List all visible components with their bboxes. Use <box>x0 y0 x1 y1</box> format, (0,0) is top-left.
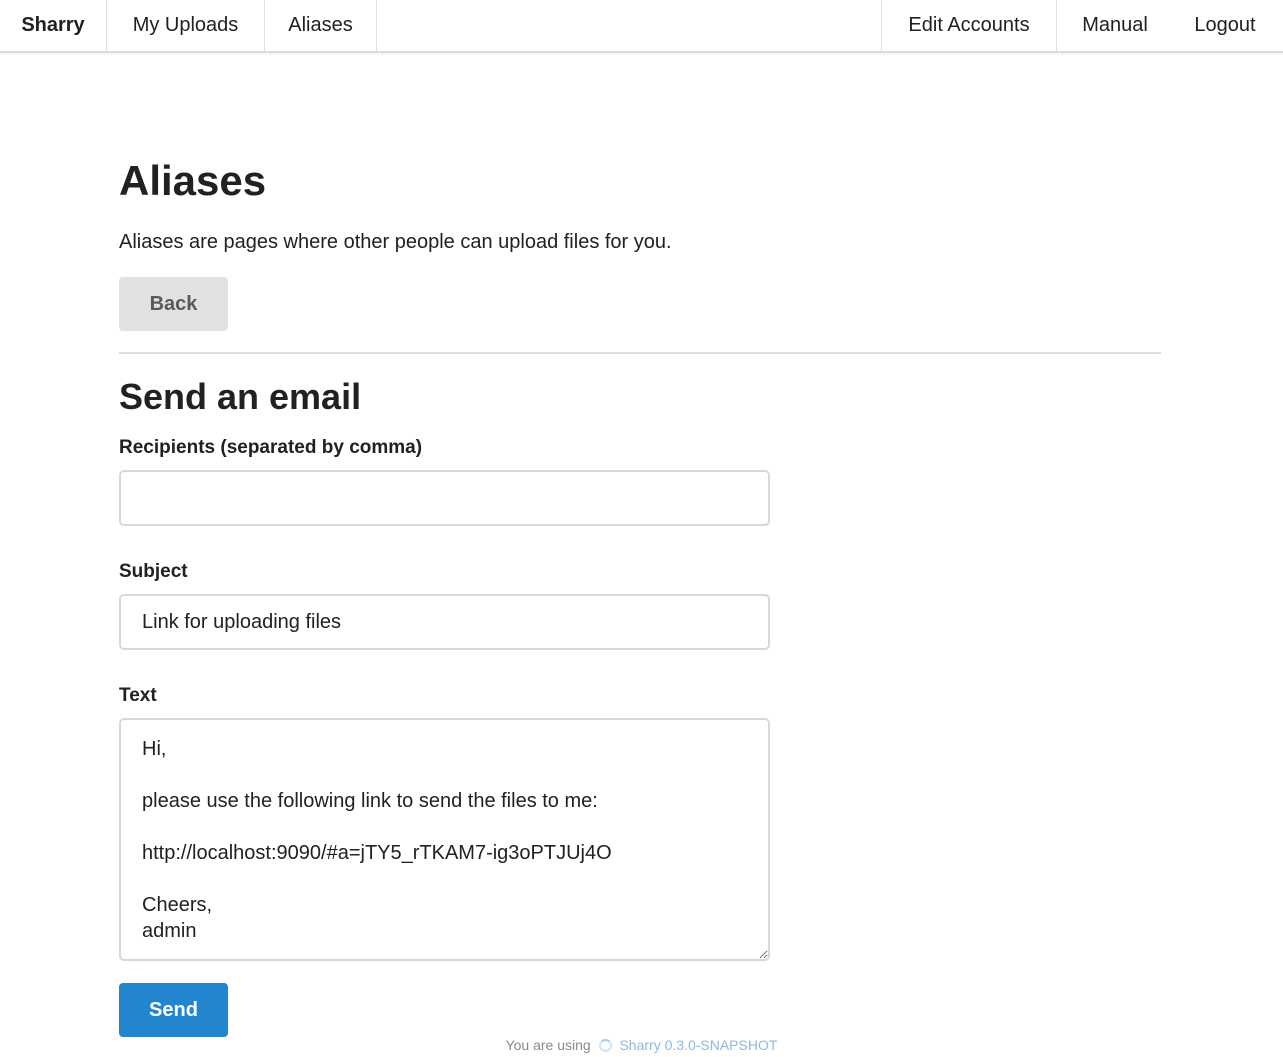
subject-input[interactable] <box>119 594 770 650</box>
subject-label: Subject <box>119 561 188 582</box>
footer-prefix: You are using <box>505 1037 591 1053</box>
back-button[interactable]: Back <box>119 277 228 331</box>
nav-my-uploads[interactable]: My Uploads <box>107 0 265 51</box>
recipients-input[interactable] <box>119 470 770 526</box>
page-title: Aliases <box>119 157 267 204</box>
send-email-title: Send an email <box>119 376 362 417</box>
page-description: Aliases are pages where other people can… <box>119 231 672 253</box>
github-icon <box>598 1039 612 1052</box>
nav-logout[interactable]: Logout <box>1173 0 1283 51</box>
recipients-label: Recipients (separated by comma) <box>119 437 423 458</box>
main-content: Aliases Aliases are pages where other pe… <box>119 150 1161 1037</box>
top-navigation: Sharry My Uploads Aliases Edit Accounts … <box>0 0 1283 53</box>
version-link[interactable]: Sharry 0.3.0-SNAPSHOT <box>619 1037 777 1053</box>
nav-edit-accounts[interactable]: Edit Accounts <box>881 0 1057 51</box>
message-textarea[interactable]: Hi, please use the following link to sen… <box>119 718 770 961</box>
nav-aliases[interactable]: Aliases <box>265 0 377 51</box>
text-label: Text <box>119 685 157 706</box>
nav-brand-sharry[interactable]: Sharry <box>0 0 107 51</box>
send-button[interactable]: Send <box>119 983 228 1037</box>
nav-manual[interactable]: Manual <box>1057 0 1173 51</box>
footer: You are using Sharry 0.3.0-SNAPSHOT <box>0 1035 1283 1055</box>
section-divider <box>119 352 1161 354</box>
